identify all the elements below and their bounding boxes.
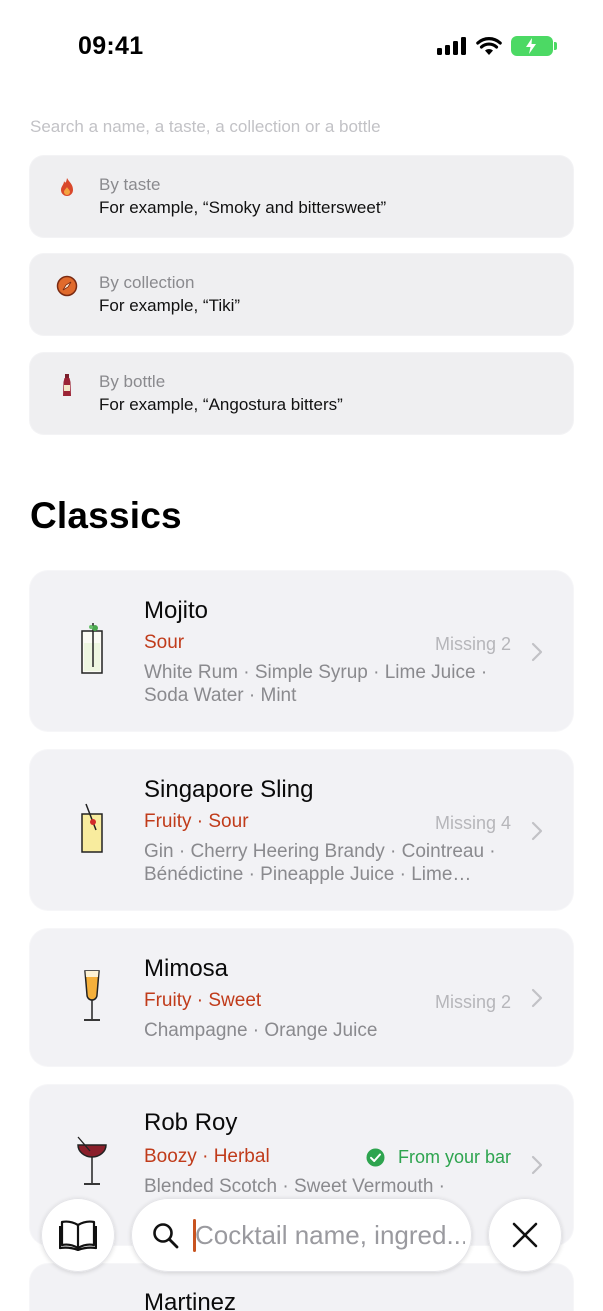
- book-icon: [59, 1220, 97, 1251]
- cocktail-ingredients: Champagne · Orange Juice: [144, 1020, 378, 1041]
- close-icon: [512, 1222, 538, 1248]
- checkmark-circle-icon: [366, 1148, 385, 1167]
- sling-glass-icon: [81, 803, 103, 853]
- search-option-example: For example, “Smoky and bittersweet”: [99, 198, 387, 217]
- cocktail-tags: Sour: [144, 632, 185, 653]
- from-your-bar-status: From your bar: [366, 1147, 511, 1168]
- wifi-icon: [476, 37, 502, 55]
- cocktail-tags: Fruity · Sweet: [144, 990, 262, 1011]
- compass-icon: [56, 275, 78, 297]
- search-field[interactable]: [131, 1198, 472, 1272]
- coupe-glass-icon: [77, 1136, 107, 1185]
- bottom-search-bar: [0, 1190, 603, 1280]
- cocktail-tags: Boozy · Herbal: [144, 1146, 270, 1167]
- cocktail-name: Mimosa: [144, 955, 229, 982]
- chevron-right-icon: [531, 642, 543, 662]
- search-by-collection-card[interactable]: By collection For example, “Tiki”: [30, 254, 573, 335]
- from-your-bar-label: From your bar: [397, 1147, 511, 1167]
- search-option-title: By taste: [99, 175, 161, 194]
- search-option-example: For example, “Angostura bitters”: [99, 395, 343, 414]
- search-icon: [153, 1223, 179, 1249]
- search-by-bottle-card[interactable]: By bottle For example, “Angostura bitter…: [30, 353, 573, 434]
- chevron-right-icon: [531, 1155, 543, 1175]
- cocktail-name: Martinez: [144, 1289, 237, 1311]
- cocktail-card-singapore-sling[interactable]: Singapore Sling Fruity · Sour Missing 4 …: [30, 750, 573, 910]
- status-time: 09:41: [78, 32, 144, 60]
- cocktail-ingredients: White Rum · Simple Syrup · Lime Juice · …: [144, 662, 488, 706]
- search-hint: Search a name, a taste, a collection or …: [30, 117, 381, 136]
- search-option-title: By bottle: [99, 372, 166, 391]
- cocktail-name: Mojito: [144, 597, 209, 624]
- cocktail-card-mojito[interactable]: Mojito Sour Missing 2 White Rum · Simple…: [30, 571, 573, 731]
- section-title: Classics: [30, 495, 182, 536]
- search-input[interactable]: [195, 1216, 465, 1254]
- cocktail-card-mimosa[interactable]: Mimosa Fruity · Sweet Missing 2 Champagn…: [30, 929, 573, 1066]
- close-button[interactable]: [488, 1198, 562, 1272]
- bottle-icon: [63, 374, 71, 396]
- chevron-right-icon: [531, 821, 543, 841]
- chevron-right-icon: [531, 988, 543, 1008]
- cocktail-name: Singapore Sling: [144, 776, 314, 803]
- search-option-title: By collection: [99, 273, 195, 292]
- missing-count: Missing 2: [434, 634, 511, 654]
- missing-count: Missing 4: [434, 813, 511, 833]
- status-icons: [437, 36, 557, 56]
- missing-count: Missing 2: [434, 992, 511, 1012]
- flute-glass-icon: [84, 970, 100, 1021]
- cellular-signal-icon: [437, 37, 466, 55]
- battery-icon: [511, 36, 557, 56]
- cocktail-ingredients: Gin · Cherry Heering Brandy · Cointreau …: [144, 841, 496, 885]
- flame-icon: [61, 178, 73, 196]
- highball-glass-icon: [81, 623, 103, 674]
- cocktail-name: Rob Roy: [144, 1109, 238, 1136]
- status-bar: 09:41: [0, 0, 603, 96]
- cocktail-tags: Fruity · Sour: [144, 811, 249, 832]
- search-by-taste-card[interactable]: By taste For example, “Smoky and bitters…: [30, 156, 573, 237]
- search-option-example: For example, “Tiki”: [99, 296, 241, 315]
- collections-button[interactable]: [41, 1198, 115, 1272]
